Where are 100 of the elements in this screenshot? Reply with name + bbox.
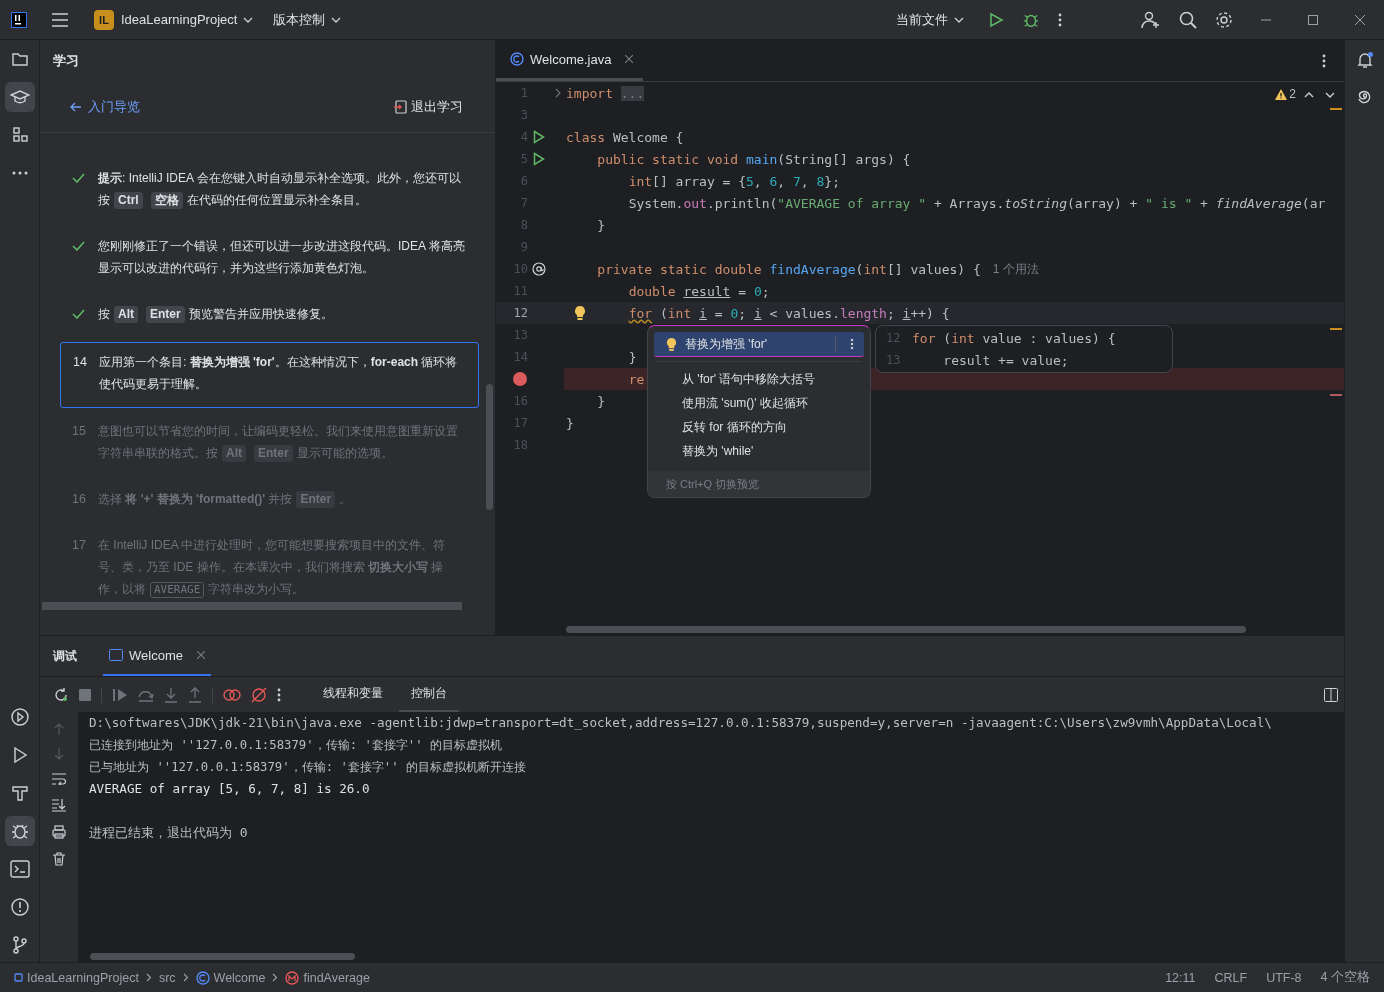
step-text: 选择 将 '+' 替换为 'formatted()' 并按 Enter 。 <box>98 490 352 510</box>
class-icon <box>195 970 210 985</box>
close-icon[interactable] <box>625 55 634 63</box>
inspection-widget[interactable]: 2 <box>1275 87 1296 101</box>
status-item[interactable]: UTF-8 <box>1266 970 1302 985</box>
print-icon[interactable] <box>52 825 66 839</box>
tab[interactable]: 线程和变量 <box>311 677 395 712</box>
close-icon[interactable] <box>196 651 205 659</box>
exit-learning-button[interactable]: 退出学习 <box>394 98 463 116</box>
search-icon[interactable] <box>1179 10 1197 29</box>
console-line: 已连接到地址为 ''127.0.0.1:58379'，传输: '套接字'' 的目标虚拟机 <box>89 737 504 754</box>
spiral-icon[interactable] <box>1356 89 1373 105</box>
tool-window-button[interactable] <box>4 816 35 846</box>
scrollbar[interactable] <box>566 626 1246 633</box>
step-out-icon[interactable] <box>188 686 202 703</box>
step-number: 15 <box>72 424 86 438</box>
add-user-icon[interactable] <box>1141 10 1161 29</box>
hammer-icon <box>10 784 29 802</box>
at-sign-icon[interactable] <box>532 262 546 276</box>
chevron-down-icon[interactable] <box>1325 92 1335 98</box>
panel-title: 学习 <box>53 52 79 70</box>
code-line: for (int value : values) { <box>912 330 1116 346</box>
step-text: 在 IntelliJ IDEA 中进行处理时，您可能想要搜索项目中的文件、符号、类，乃至 IDE 操作。在本课次中，我们将搜索 切换大小写 操作，以将 AVERAGE 字符串改为小写。 <box>98 537 447 600</box>
step-into-icon[interactable] <box>164 686 178 703</box>
intention-item[interactable]: 替换为 'while' <box>648 439 870 463</box>
console-line: D:\softwares\JDK\jdk-21\bin\java.exe -agentlib:jdwp=transport=dt_socket,address=127.0.0.1:58379,suspend=y,server=n -javaagent:C:\Users\zw9vmh\AppData\Local\ <box>89 714 1273 732</box>
popup-hint: 按 Ctrl+Q 切换预览 <box>666 476 760 492</box>
code-line: for (int i = 0; i < values.length; i++) { <box>628 305 950 321</box>
breadcrumb[interactable]: Welcome <box>195 970 266 985</box>
scroll-to-end-icon[interactable] <box>52 798 66 812</box>
scrollbar[interactable] <box>42 602 462 610</box>
status-item[interactable]: 12:11 <box>1165 970 1196 985</box>
run-icon[interactable] <box>988 11 1004 28</box>
run-config-selector[interactable]: 当前文件 <box>891 5 969 34</box>
code-line: class Welcome { <box>566 129 684 145</box>
console-line: 进程已结束，退出代码为 0 <box>89 824 249 842</box>
step-text: 按 Alt Enter 预览警告并应用快速修复。 <box>98 305 333 325</box>
code-line: } <box>628 349 637 365</box>
intention-item[interactable]: 替换为增强 'for' <box>654 332 864 357</box>
breakpoints-icon[interactable] <box>223 687 241 702</box>
back-link[interactable]: 入门导览 <box>70 98 140 116</box>
chevron-down-icon <box>331 16 342 23</box>
inlay-hint[interactable]: 1 个用法 <box>992 260 1039 278</box>
status-item[interactable]: CRLF <box>1214 970 1248 985</box>
exit-icon <box>394 100 407 114</box>
tool-window-button[interactable] <box>4 82 35 112</box>
status-item[interactable]: 4 个空格 <box>1320 969 1370 986</box>
step-text: 意图也可以节省您的时间，让编码更轻松。我们来使用意图重新设置字符串串联的格式。按 Alt Enter 显示可能的选项。 <box>98 423 459 464</box>
more-icon[interactable] <box>850 338 854 350</box>
trash-icon[interactable] <box>53 852 65 866</box>
more-icon[interactable] <box>1058 12 1062 27</box>
more-icon[interactable] <box>1322 53 1326 68</box>
intention-item[interactable]: 反转 for 循环的方向 <box>648 415 870 439</box>
menu-icon[interactable] <box>51 12 69 27</box>
settings-icon[interactable] <box>1215 10 1233 29</box>
scrollbar[interactable] <box>90 953 355 960</box>
code-line: } <box>597 393 606 409</box>
step-text: 提示: IntelliJ IDEA 会在您键入时自动显示补全选项。此外，您还可以按 Ctrl 空格 在代码的任何位置显示补全条目。 <box>98 170 462 211</box>
scrollbar[interactable] <box>486 384 493 510</box>
console-line: AVERAGE of array [5, 6, 7, 8] is 26.0 <box>89 780 371 798</box>
resume-icon[interactable] <box>112 687 128 702</box>
close-icon[interactable] <box>1355 14 1365 25</box>
breadcrumb[interactable]: src <box>158 970 176 985</box>
rerun-icon[interactable] <box>53 686 69 703</box>
mute-breakpoints-icon[interactable] <box>251 686 267 703</box>
layout-icon[interactable] <box>1324 687 1338 702</box>
console-icon <box>109 649 123 661</box>
lightbulb-icon[interactable] <box>574 305 586 321</box>
breadcrumb[interactable]: findAverage <box>285 970 370 985</box>
chevron-up-icon[interactable] <box>1304 92 1314 98</box>
check-icon <box>72 173 85 183</box>
soft-wrap-icon[interactable] <box>52 773 66 785</box>
chevron-right-icon <box>145 973 152 982</box>
breadcrumb[interactable]: IdeaLearningProject <box>14 970 139 985</box>
breakpoint-icon[interactable] <box>513 372 527 386</box>
code-line: public static void main(String[] args) { <box>597 151 911 167</box>
chevron-right-icon[interactable] <box>555 88 561 98</box>
chevron-right-icon <box>272 973 279 982</box>
intention-item[interactable]: 从 'for' 语句中移除大括号 <box>648 367 870 391</box>
stop-icon[interactable] <box>79 688 91 701</box>
code-line: result += value; <box>943 352 1069 368</box>
code-line: System.out.println("AVERAGE of array " + Arrays.toString(array) + " is " + findAverage(ar <box>628 195 1326 211</box>
step-text: 应用第一个条目: 替换为增强 'for'。在这种情况下，for-each 循环将使代码更易于理解。 <box>99 354 459 393</box>
editor-tab[interactable]: Welcome.java <box>496 40 644 81</box>
step-text: 您刚刚修正了一个错误，但还可以进一步改进这段代码。IDEA 将高亮显示可以改进的代码行，并为这些行添加黄色灯泡。 <box>98 238 466 277</box>
terminal-icon <box>9 860 30 878</box>
code-line: int[] array = {5, 6, 7, 8}; <box>628 173 840 189</box>
app-logo-icon[interactable] <box>11 11 27 28</box>
more-icon[interactable] <box>277 687 281 702</box>
project-selector[interactable]: IL IdeaLearningProject <box>89 5 259 34</box>
run-icon[interactable] <box>533 130 545 144</box>
intention-item[interactable]: 使用流 'sum()' 收起循环 <box>648 391 870 415</box>
maximize-icon[interactable] <box>1308 14 1318 25</box>
check-icon <box>72 241 85 251</box>
code-line: } <box>566 415 574 431</box>
bell-icon[interactable] <box>1355 51 1374 69</box>
run-icon[interactable] <box>533 152 545 166</box>
session-tab[interactable]: Welcome <box>103 636 211 676</box>
vcs-menu[interactable]: 版本控制 <box>268 5 347 34</box>
more-icon <box>10 170 29 176</box>
